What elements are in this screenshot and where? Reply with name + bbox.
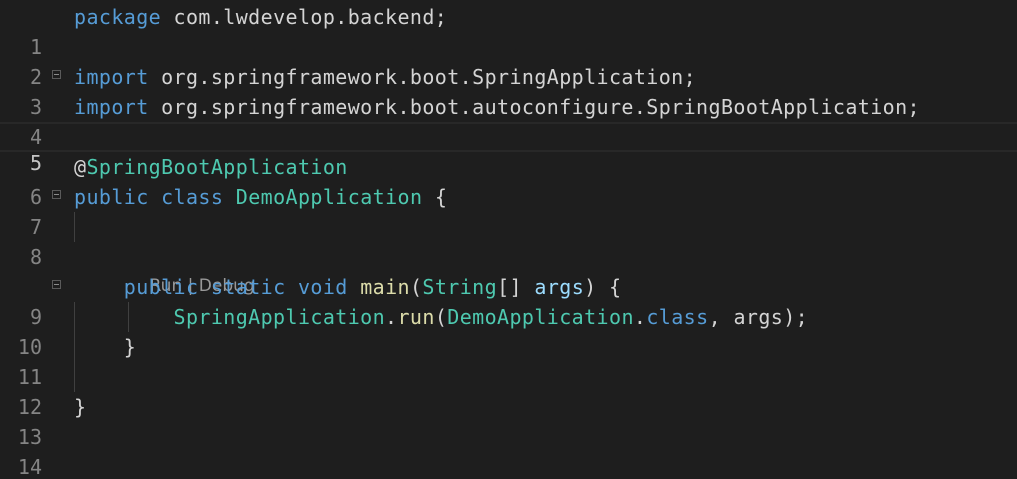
code-token: class	[161, 185, 224, 209]
code-token: static	[210, 275, 286, 299]
code-token: }	[74, 335, 137, 359]
code-token: {	[422, 185, 448, 209]
code-text: import org.springframework.boot.autoconf…	[74, 92, 920, 122]
code-line-11[interactable]: 11 }	[0, 332, 1017, 389]
code-editor[interactable]: Run | Debug 1 package com.lwdevelop.back…	[0, 0, 1017, 479]
code-token: com.lwdevelop.backend;	[161, 5, 448, 29]
code-token: org.springframework.boot.SpringApplicati…	[148, 65, 697, 89]
code-line-5-current[interactable]: 5	[0, 122, 1017, 175]
code-token: import	[74, 95, 149, 119]
code-token: []	[497, 275, 535, 299]
code-line-7[interactable]: 7 public class DemoApplication {	[0, 182, 1017, 239]
code-line-13[interactable]: 13 }	[0, 392, 1017, 449]
code-token: ) {	[584, 275, 622, 299]
fold-collapse-icon[interactable]	[52, 280, 61, 289]
code-text: public class DemoApplication {	[74, 182, 447, 212]
code-line-10[interactable]: 10 SpringApplication.run(DemoApplication…	[0, 302, 1017, 359]
code-line-6[interactable]: 6 @SpringBootApplication	[0, 152, 1017, 209]
code-token: , args);	[708, 305, 809, 329]
code-text: package com.lwdevelop.backend;	[74, 2, 447, 32]
line-number: 8	[29, 245, 42, 269]
code-token: org.springframework.boot.autoconfigure.S…	[148, 95, 920, 119]
code-text: @SpringBootApplication	[74, 152, 348, 182]
code-text: public static void main(String[] args) {	[74, 272, 622, 302]
code-line-12[interactable]: 12	[0, 362, 1017, 419]
code-token: void	[297, 275, 348, 299]
code-token: main	[360, 275, 410, 299]
codelens: Run | Debug	[128, 247, 255, 296]
code-text: }	[74, 392, 86, 422]
code-text: SpringApplication.run(DemoApplication.cl…	[74, 302, 808, 332]
code-token: public	[74, 185, 149, 209]
code-token: class	[646, 305, 709, 329]
code-line-14[interactable]: 14	[0, 422, 1017, 479]
code-text: }	[74, 332, 136, 362]
code-token: DemoApplication	[235, 185, 423, 209]
code-token: (	[409, 275, 423, 299]
fold-collapse-icon[interactable]	[52, 70, 61, 79]
code-token: run	[397, 305, 435, 329]
code-text: import org.springframework.boot.SpringAp…	[74, 62, 696, 92]
code-token: import	[74, 65, 149, 89]
code-token: SpringBootApplication	[86, 155, 348, 179]
code-line-3[interactable]: 3 import org.springframework.boot.Spring…	[0, 62, 1017, 119]
code-token: SpringApplication	[173, 305, 386, 329]
code-token: .	[385, 305, 398, 329]
code-token: public	[123, 275, 199, 299]
code-token: args	[534, 275, 585, 299]
fold-collapse-icon[interactable]	[52, 190, 61, 199]
code-line-1[interactable]: 1 package com.lwdevelop.backend;	[0, 2, 1017, 59]
line-number: 14	[17, 455, 42, 479]
code-line-4[interactable]: 4 import org.springframework.boot.autoco…	[0, 92, 1017, 149]
code-token: (	[434, 305, 448, 329]
code-token: DemoApplication	[447, 305, 634, 329]
code-line-2[interactable]: 2	[0, 32, 1017, 89]
code-line-8[interactable]: 8	[0, 212, 1017, 269]
code-token: .	[633, 305, 647, 329]
code-token: package	[74, 5, 162, 29]
code-token: @	[74, 155, 87, 179]
code-token: String	[422, 275, 498, 299]
code-token: }	[74, 395, 87, 419]
code-line-9[interactable]: 9 public static void main(String[] args)…	[0, 272, 1017, 329]
